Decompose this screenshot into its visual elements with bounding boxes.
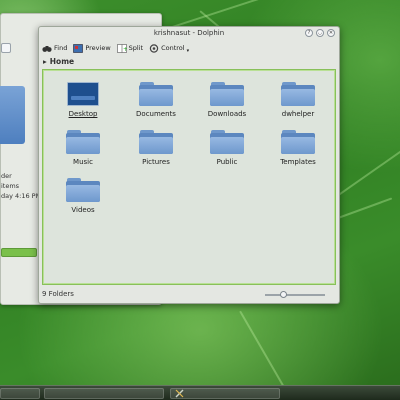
wallpaper-vein [329, 142, 400, 202]
file-label: dwhelper [281, 110, 315, 118]
split-label: Split [128, 44, 144, 52]
window-title: krishnasut - Dolphin [153, 29, 225, 37]
file-item-pictures[interactable]: Pictures [126, 130, 186, 166]
file-item-dwhelper[interactable]: dwhelper [268, 82, 328, 118]
folder-icon [139, 130, 173, 154]
background-toolbar [1, 40, 11, 56]
tools-icon[interactable] [175, 389, 184, 398]
minimize-button[interactable]: ◡ [316, 29, 324, 37]
dolphin-window[interactable]: krishnasut - Dolphin ? ◡ ✕ Find Preview … [38, 26, 340, 304]
control-menu-button[interactable]: Control ▾ [149, 43, 189, 54]
chevron-down-icon: ▾ [186, 47, 190, 54]
file-label: Templates [280, 158, 316, 166]
taskbar-task[interactable] [170, 388, 280, 399]
home-folder-icon [0, 86, 25, 144]
svg-text:+: + [123, 46, 127, 53]
file-item-templates[interactable]: Templates [268, 130, 328, 166]
folder-icon [210, 82, 244, 106]
breadcrumb[interactable]: ▸ Home [43, 57, 74, 66]
info-modified: day 4:16 PM [1, 192, 42, 200]
file-item-videos[interactable]: Videos [53, 178, 113, 214]
find-label: Find [54, 44, 68, 52]
control-icon [149, 43, 159, 53]
status-text: 9 Folders [42, 290, 74, 298]
file-label: Public [216, 158, 238, 166]
zoom-slider[interactable] [265, 291, 325, 298]
close-button[interactable]: ✕ [327, 29, 335, 37]
folder-icon [210, 130, 244, 154]
folder-icon [281, 82, 315, 106]
info-items: items [1, 182, 20, 190]
breadcrumb-arrow-icon: ▸ [43, 57, 47, 66]
file-label: Desktop [68, 110, 98, 118]
window-buttons: ? ◡ ✕ [305, 29, 335, 37]
file-item-desktop[interactable]: Desktop [53, 82, 113, 118]
file-label: Downloads [207, 110, 247, 118]
taskbar-task[interactable] [44, 388, 164, 399]
information-panel: der items day 4:16 PM [0, 72, 42, 262]
preview-icon [73, 43, 84, 53]
file-label: Videos [71, 206, 95, 214]
binoculars-icon [42, 44, 52, 53]
split-view-icon: + [116, 43, 128, 53]
file-item-public[interactable]: Public [197, 130, 257, 166]
file-item-downloads[interactable]: Downloads [197, 82, 257, 118]
desktop-icon [67, 82, 99, 106]
preview-button[interactable]: Preview [73, 43, 111, 53]
info-type: der [1, 172, 12, 180]
file-label: Pictures [142, 158, 170, 166]
toolbar: Find Preview + Split Control ▾ [39, 41, 339, 55]
control-label: Control [161, 44, 185, 52]
file-label: Documents [136, 110, 176, 118]
find-button[interactable]: Find [42, 44, 67, 53]
taskbar-task[interactable] [0, 388, 40, 399]
breadcrumb-home[interactable]: Home [50, 57, 74, 66]
zoom-slider-handle[interactable] [279, 291, 287, 298]
split-button[interactable]: + Split [116, 43, 144, 53]
help-button[interactable]: ? [305, 29, 313, 37]
file-label: Music [73, 158, 93, 166]
title-bar[interactable]: krishnasut - Dolphin ? ◡ ✕ [39, 27, 339, 40]
disk-usage-bar [1, 248, 37, 257]
file-item-music[interactable]: Music [53, 130, 113, 166]
view-mode-button[interactable] [1, 43, 11, 53]
file-view[interactable]: Desktop Documents Downloads dwhelper Mus… [42, 69, 336, 285]
folder-icon [66, 178, 100, 202]
folder-icon [139, 82, 173, 106]
folder-icon [281, 130, 315, 154]
file-item-documents[interactable]: Documents [126, 82, 186, 118]
folder-icon [66, 130, 100, 154]
preview-label: Preview [85, 44, 111, 52]
taskbar [0, 385, 400, 400]
